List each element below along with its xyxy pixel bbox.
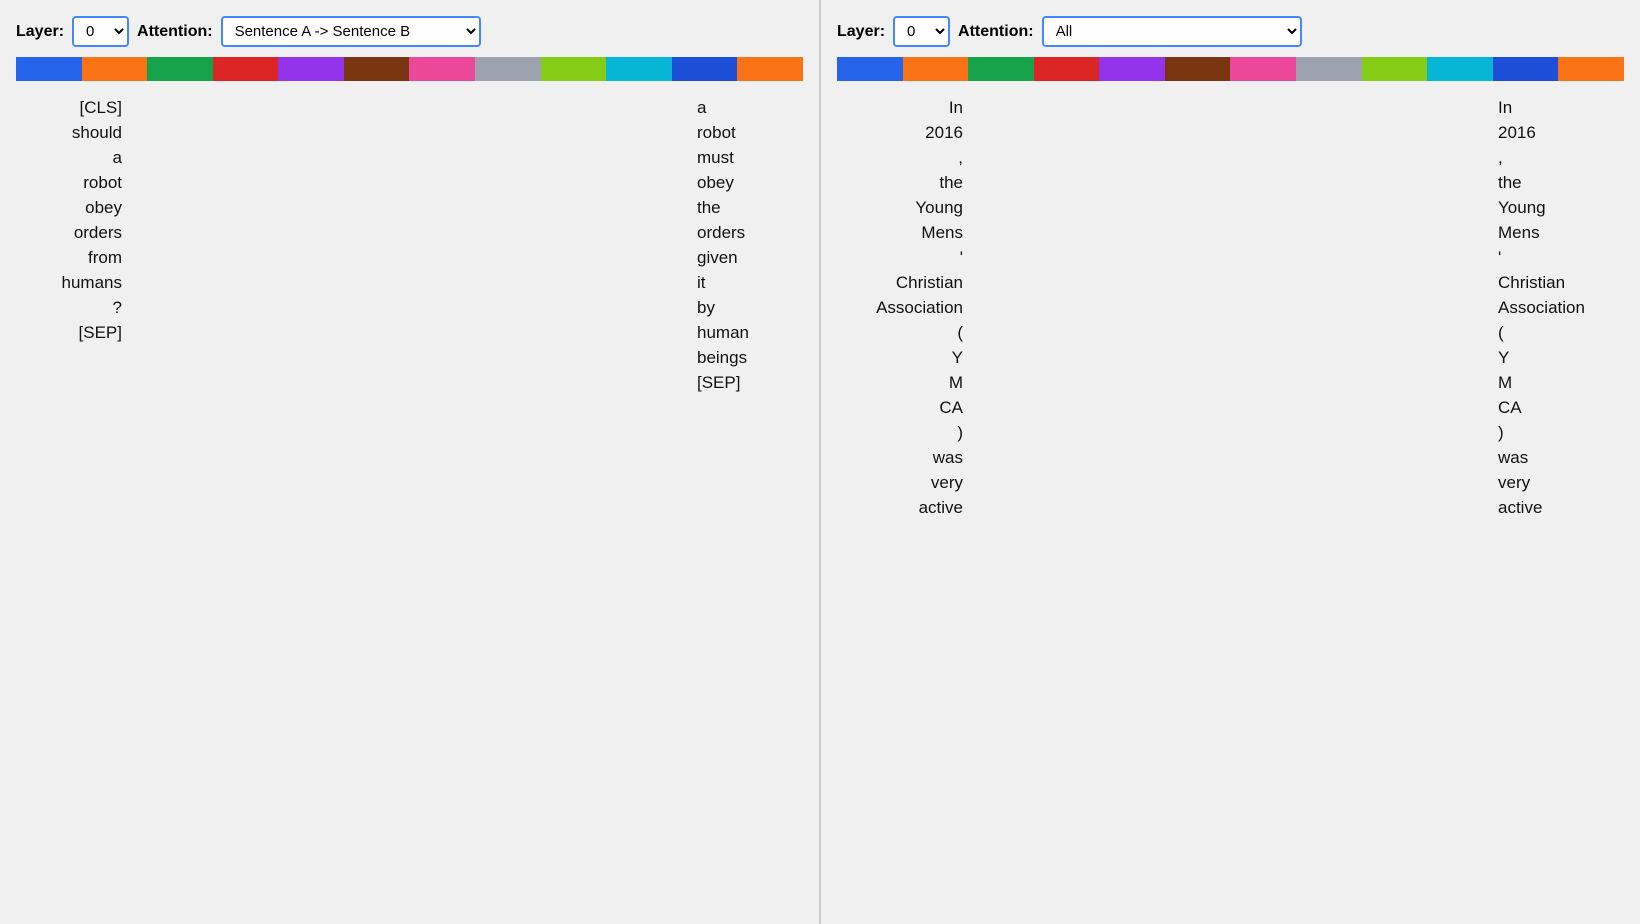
word-item: ? <box>113 295 122 320</box>
right-layer-select[interactable]: 0123 4567 891011 <box>893 16 950 47</box>
word-item: ' <box>1498 245 1501 270</box>
right-target-words: In2016,theYoungMens'ChristianAssociation… <box>1494 95 1624 520</box>
word-item: the <box>697 195 721 220</box>
word-item: , <box>958 145 963 170</box>
word-item: was <box>1498 445 1528 470</box>
word-item: [CLS] <box>79 95 122 120</box>
word-item: robot <box>697 120 736 145</box>
right-attention-area: In2016,theYoungMens'ChristianAssociation… <box>837 95 1624 908</box>
word-item: the <box>1498 170 1522 195</box>
word-item: active <box>1498 495 1542 520</box>
word-item: was <box>933 445 963 470</box>
word-item: Y <box>952 345 963 370</box>
word-item: must <box>697 145 734 170</box>
word-item: by <box>697 295 715 320</box>
right-source-words: In2016,theYoungMens'ChristianAssociation… <box>837 95 967 520</box>
left-panel: Layer: 0123 4567 891011 Attention: Sente… <box>0 0 819 924</box>
word-item: 2016 <box>925 120 963 145</box>
word-item: obey <box>697 170 734 195</box>
word-item: ' <box>960 245 963 270</box>
left-controls: Layer: 0123 4567 891011 Attention: Sente… <box>16 16 803 47</box>
word-item: CA <box>939 395 963 420</box>
word-item: the <box>939 170 963 195</box>
right-attention-label: Attention: <box>958 23 1034 41</box>
word-item: M <box>1498 370 1512 395</box>
word-item: very <box>931 470 963 495</box>
word-item: 2016 <box>1498 120 1536 145</box>
word-item: Young <box>1498 195 1546 220</box>
word-item: Association <box>876 295 963 320</box>
right-panel: Layer: 0123 4567 891011 Attention: All S… <box>821 0 1640 924</box>
right-layer-label: Layer: <box>837 23 885 41</box>
word-item: [SEP] <box>697 370 740 395</box>
word-item: obey <box>85 195 122 220</box>
word-item: ) <box>1498 420 1504 445</box>
left-attention-select[interactable]: Sentence A -> Sentence B Sentence B -> S… <box>221 16 481 47</box>
word-item: should <box>72 120 122 145</box>
word-item: Mens <box>1498 220 1540 245</box>
word-item: ( <box>1498 320 1504 345</box>
word-item: from <box>88 245 122 270</box>
word-item: humans <box>62 270 122 295</box>
word-item: Association <box>1498 295 1585 320</box>
word-item: orders <box>697 220 745 245</box>
left-layer-label: Layer: <box>16 23 64 41</box>
word-item: orders <box>74 220 122 245</box>
left-source-words: [CLS]shouldarobotobeyordersfromhumans?[S… <box>16 95 126 345</box>
word-item: it <box>697 270 706 295</box>
word-item: active <box>919 495 963 520</box>
word-item: Mens <box>921 220 963 245</box>
word-item: In <box>1498 95 1512 120</box>
word-item: , <box>1498 145 1503 170</box>
word-item: robot <box>83 170 122 195</box>
word-item: Y <box>1498 345 1509 370</box>
right-attention-select[interactable]: All Sentence A -> Sentence B Sentence B … <box>1042 16 1302 47</box>
word-item: In <box>949 95 963 120</box>
left-attention-label: Attention: <box>137 23 213 41</box>
word-item: Young <box>915 195 963 220</box>
right-controls: Layer: 0123 4567 891011 Attention: All S… <box>837 16 1624 47</box>
word-item: Christian <box>1498 270 1565 295</box>
word-item: M <box>949 370 963 395</box>
word-item: a <box>113 145 122 170</box>
word-item: CA <box>1498 395 1522 420</box>
left-attention-area: [CLS]shouldarobotobeyordersfromhumans?[S… <box>16 95 803 908</box>
left-layer-select[interactable]: 0123 4567 891011 <box>72 16 129 47</box>
word-item: given <box>697 245 738 270</box>
word-item: human <box>697 320 749 345</box>
left-target-words: arobotmustobeytheordersgivenitbyhumanbei… <box>693 95 803 395</box>
word-item: a <box>697 95 706 120</box>
word-item: Christian <box>896 270 963 295</box>
word-item: beings <box>697 345 747 370</box>
word-item: ) <box>957 420 963 445</box>
left-color-bar <box>16 57 803 81</box>
word-item: [SEP] <box>79 320 122 345</box>
word-item: very <box>1498 470 1530 495</box>
right-color-bar <box>837 57 1624 81</box>
word-item: ( <box>957 320 963 345</box>
